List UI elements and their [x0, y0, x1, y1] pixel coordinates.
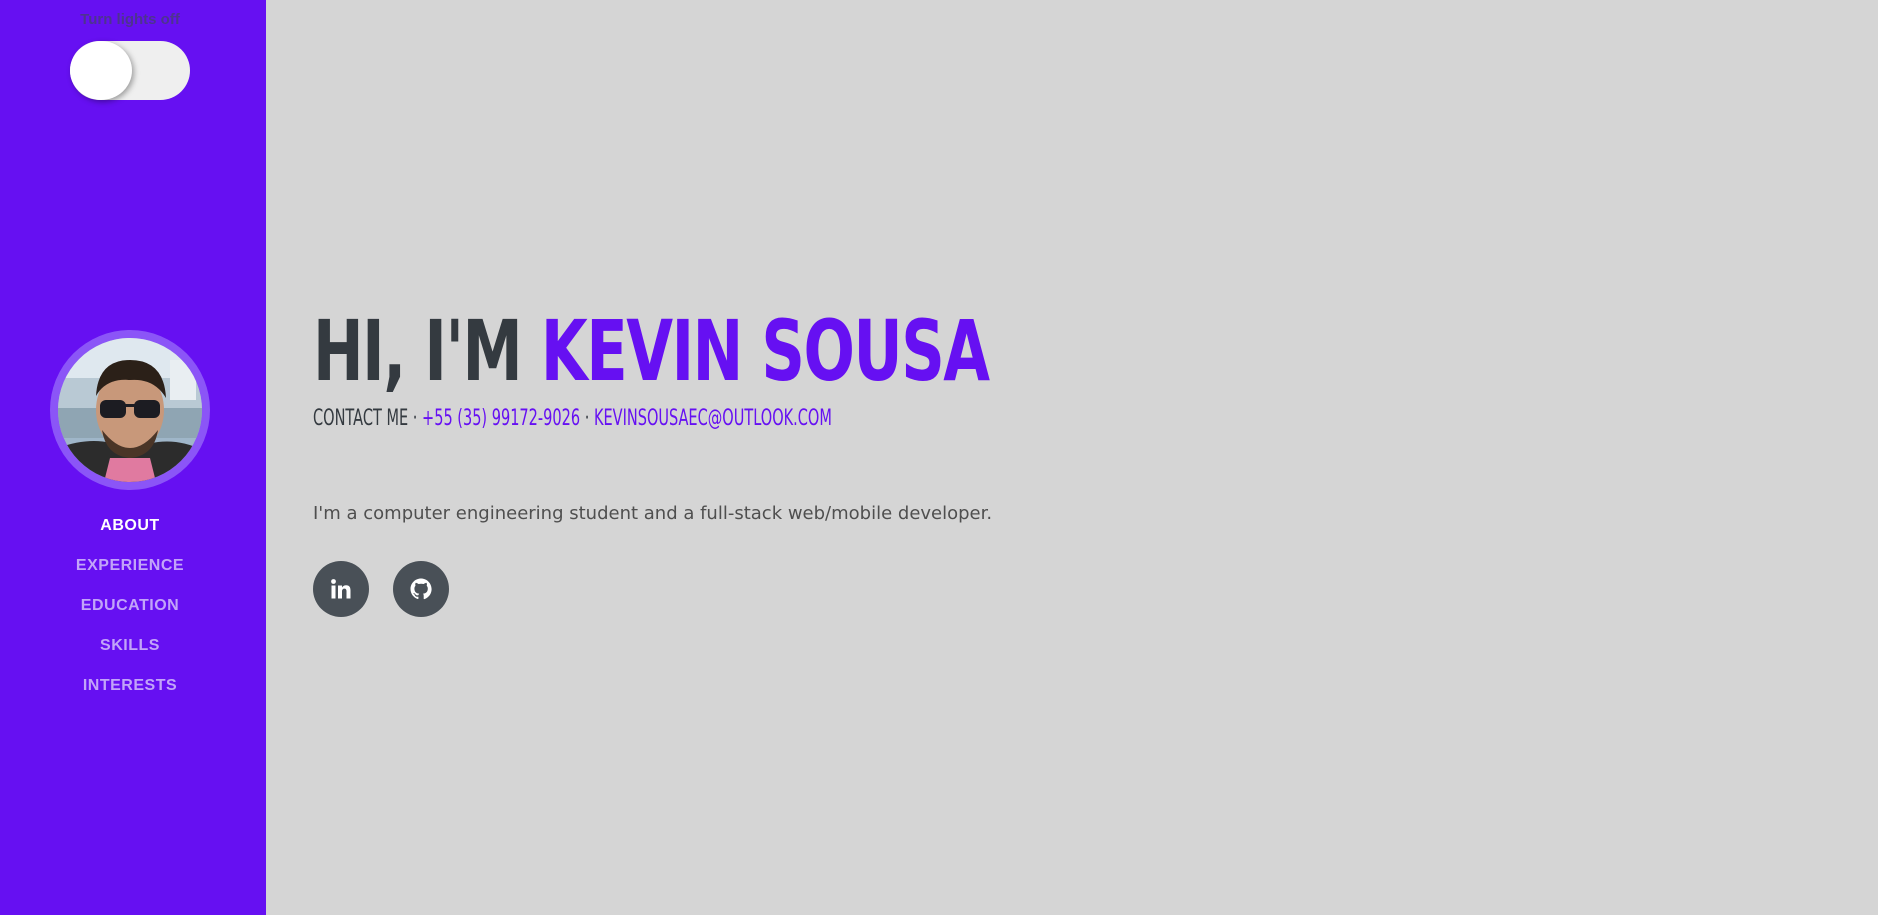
nav-item-interests[interactable]: INTERESTS — [0, 672, 260, 712]
nav-item-about[interactable]: ABOUT — [0, 512, 260, 552]
lights-toggle[interactable] — [70, 41, 190, 100]
github-button[interactable] — [393, 561, 450, 617]
github-icon — [410, 578, 433, 600]
contact-separator: · — [412, 406, 418, 431]
name-text: KEVIN SOUSA — [540, 302, 990, 400]
greeting-text: HI, I'M — [313, 302, 523, 400]
nav-item-experience[interactable]: EXPERIENCE — [0, 552, 260, 592]
sidebar-nav: ABOUT EXPERIENCE EDUCATION SKILLS INTERE… — [0, 512, 260, 712]
contact-prefix: CONTACT ME — [313, 406, 409, 431]
avatar — [58, 338, 202, 482]
avatar-frame — [50, 330, 210, 490]
nav-item-education[interactable]: EDUCATION — [0, 592, 260, 632]
email-link[interactable]: KEVINSOUSAEC@OUTLOOK.COM — [594, 406, 832, 431]
main-content: HI, I'M KEVIN SOUSA CONTACT ME · +55 (35… — [266, 0, 1878, 915]
profile-photo — [58, 338, 202, 482]
lights-toggle-label: Turn lights off — [80, 11, 180, 28]
page-title: HI, I'M KEVIN SOUSA — [313, 306, 990, 396]
contact-separator: · — [584, 406, 590, 431]
linkedin-button[interactable] — [313, 561, 369, 617]
social-links — [313, 561, 469, 617]
sidebar: Turn lights off ABOUT EXPERIENCE EDUCATI… — [0, 0, 266, 915]
toggle-knob[interactable] — [70, 41, 132, 100]
phone-link[interactable]: +55 (35) 99172-9026 — [422, 406, 580, 431]
nav-item-skills[interactable]: SKILLS — [0, 632, 260, 672]
linkedin-icon — [331, 579, 351, 599]
contact-line: CONTACT ME · +55 (35) 99172-9026 · KEVIN… — [313, 404, 832, 434]
intro-text: I'm a computer engineering student and a… — [313, 503, 993, 524]
